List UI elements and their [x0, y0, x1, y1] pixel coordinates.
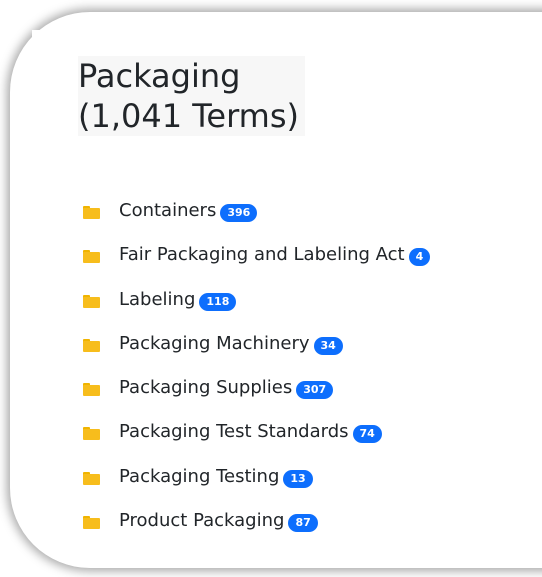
count-badge: 396 [220, 204, 258, 222]
category-label[interactable]: Packaging Supplies [119, 377, 292, 399]
category-label[interactable]: Packaging Testing [119, 466, 279, 488]
screenshot-stage: Packaging (1,041 Terms) Containers 396 F… [0, 0, 542, 577]
folder-icon [83, 338, 100, 352]
count-badge: 118 [199, 292, 237, 311]
category-list: Containers 396 Fair Packaging and Labeli… [83, 200, 431, 554]
category-item-packaging-machinery[interactable]: Packaging Machinery 34 [83, 333, 430, 377]
page-title-name: Packaging [78, 57, 241, 95]
category-item-product-packaging[interactable]: Product Packaging 87 [83, 510, 430, 554]
category-item-packaging-test-standards[interactable]: Packaging Test Standards 74 [83, 421, 430, 465]
category-label[interactable]: Fair Packaging and Labeling Act [119, 244, 405, 266]
category-label[interactable]: Containers [119, 200, 216, 222]
folder-icon [83, 294, 100, 308]
category-label[interactable]: Packaging Test Standards [119, 421, 349, 443]
category-label[interactable]: Product Packaging [119, 510, 284, 532]
category-label[interactable]: Labeling [119, 289, 195, 311]
category-item-containers[interactable]: Containers 396 [83, 200, 430, 244]
count-badge: 13 [283, 469, 313, 488]
count-badge: 34 [313, 336, 343, 355]
folder-icon [83, 383, 100, 397]
category-item-labeling[interactable]: Labeling 118 [83, 289, 430, 333]
folder-icon [83, 427, 100, 441]
category-item-packaging-testing[interactable]: Packaging Testing 13 [83, 466, 430, 510]
category-item-packaging-supplies[interactable]: Packaging Supplies 307 [83, 377, 430, 421]
folder-icon [83, 471, 100, 485]
count-badge: 87 [288, 514, 318, 533]
count-badge: 4 [408, 248, 431, 267]
folder-icon [83, 516, 100, 530]
page-title-count: (1,041 Terms) [78, 97, 299, 135]
page-title: Packaging (1,041 Terms) [78, 56, 305, 136]
folder-icon [83, 250, 100, 264]
category-label[interactable]: Packaging Machinery [119, 333, 310, 355]
count-badge: 307 [296, 381, 334, 400]
folder-icon [83, 206, 100, 219]
category-item-fair-packaging-and-labeling-act[interactable]: Fair Packaging and Labeling Act 4 [83, 244, 431, 288]
count-badge: 74 [352, 425, 382, 444]
